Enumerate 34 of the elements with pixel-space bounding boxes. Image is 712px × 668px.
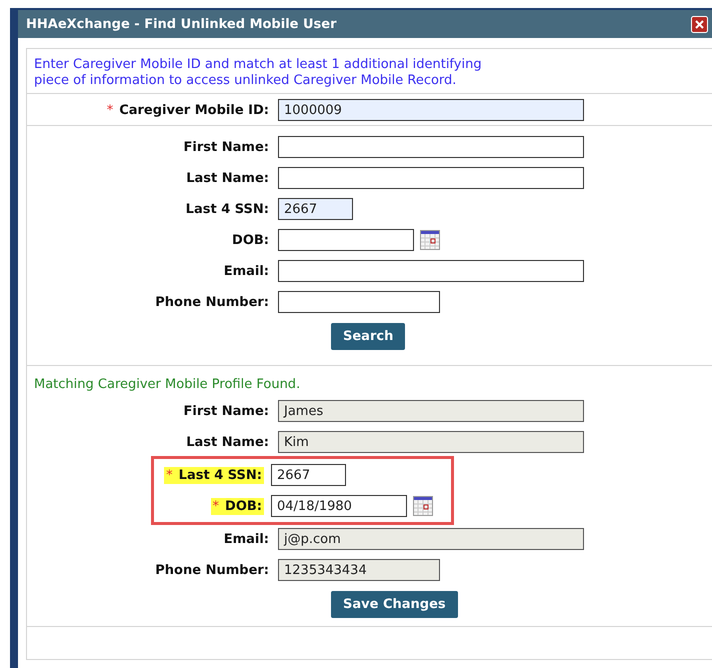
input-field[interactable]: 2667 <box>278 198 353 220</box>
action-button[interactable]: Search <box>331 323 406 350</box>
input-field[interactable]: 04/18/1980 <box>271 495 407 517</box>
window-title: HHAeXchange - Find Unlinked Mobile User <box>26 16 337 32</box>
match-message: Matching Caregiver Mobile Profile Found. <box>33 376 302 394</box>
readonly-field[interactable]: j@p.com <box>278 528 584 550</box>
field-label: Phone Number: <box>154 562 270 578</box>
input-field[interactable] <box>278 260 584 282</box>
input-field[interactable] <box>278 229 414 251</box>
field-label: DOB: <box>231 232 270 248</box>
field-label: Phone Number: <box>154 294 270 310</box>
readonly-field[interactable]: 1235343434 <box>278 559 440 581</box>
calendar-icon[interactable] <box>413 496 433 516</box>
field-label: Last Name: <box>185 434 270 450</box>
field-label: * Caregiver Mobile ID: <box>106 102 270 118</box>
field-label: Last 4 SSN: <box>184 200 270 218</box>
input-field[interactable]: 2667 <box>271 464 346 486</box>
field-label: Email: <box>222 530 270 548</box>
calendar-icon[interactable] <box>420 230 440 250</box>
field-label: First Name: <box>182 402 270 420</box>
input-field[interactable] <box>278 136 584 158</box>
close-icon[interactable] <box>691 16 708 32</box>
highlighted-field-label: * DOB: <box>210 498 264 514</box>
field-label: Last Name: <box>185 170 270 186</box>
input-field[interactable]: 1000009 <box>278 99 584 121</box>
instruction-text: Enter Caregiver Mobile ID and match at least 1 additional identifying piece of information to access unlinked Caregiver Mobile Record. <box>33 56 483 89</box>
readonly-field[interactable]: Kim <box>278 431 584 453</box>
action-button[interactable]: Save Changes <box>331 591 458 618</box>
field-label: Email: <box>222 262 270 280</box>
readonly-field[interactable]: James <box>278 400 584 422</box>
input-field[interactable] <box>278 291 440 313</box>
input-field[interactable] <box>278 167 584 189</box>
field-label: First Name: <box>182 138 270 156</box>
highlighted-field-label: * Last 4 SSN: <box>164 466 264 484</box>
